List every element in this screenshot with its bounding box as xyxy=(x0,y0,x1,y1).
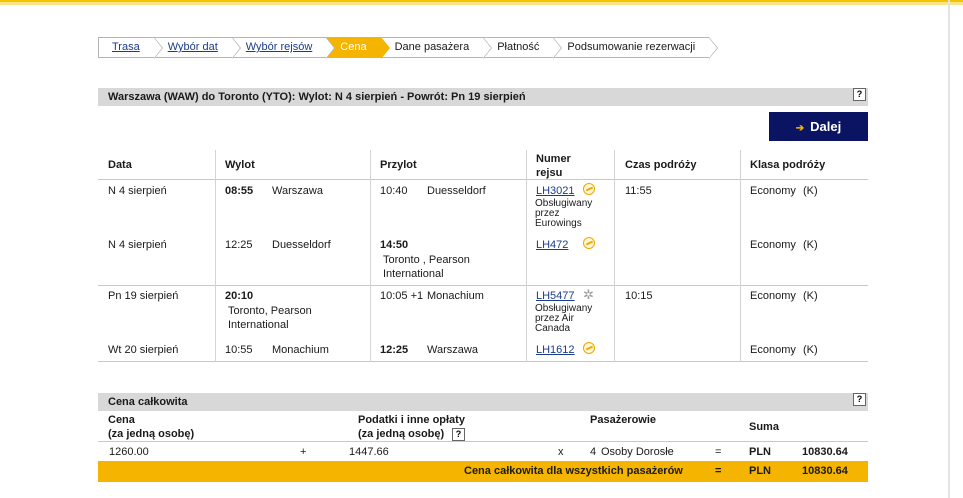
price-col-passengers: Pasażerowie xyxy=(590,414,657,426)
col-divider xyxy=(370,150,371,362)
next-button-label: Dalej xyxy=(810,119,842,134)
total-equals: = xyxy=(715,465,722,477)
row1-flight-link[interactable]: LH3021 xyxy=(536,185,575,197)
star-alliance-icon: ✲ xyxy=(583,287,594,302)
itinerary-header: Warszawa (WAW) do Toronto (YTO): Wylot: … xyxy=(98,88,868,106)
passenger-type: Osoby Dorosłe xyxy=(601,446,674,458)
price-title: Cena całkowita xyxy=(108,396,188,408)
total-amount: 10830.64 xyxy=(802,465,848,477)
tax-help-icon[interactable]: ? xyxy=(452,428,465,441)
breadcrumb-trasa[interactable]: Trasa xyxy=(98,37,163,59)
breadcrumb-wybor-rejsow-link[interactable]: Wybór rejsów xyxy=(246,41,313,53)
row1-class-code: (K) xyxy=(803,185,818,197)
breadcrumb-wybor-dat[interactable]: Wybór dat xyxy=(153,37,241,59)
breadcrumb-podsumowanie: Podsumowanie rezerwacji xyxy=(553,37,718,59)
tax-per-person: 1447.66 xyxy=(349,446,389,458)
row1-dep-city: Warszawa xyxy=(272,185,323,197)
price-help-icon[interactable]: ? xyxy=(853,393,866,406)
row2-date: N 4 sierpień xyxy=(108,239,167,251)
total-currency: PLN xyxy=(749,465,771,477)
row3-duration: 10:15 xyxy=(625,290,653,302)
col-divider xyxy=(215,150,216,362)
row1-arr-city: Duesseldorf xyxy=(427,185,486,197)
row3-dep-time: 20:10 xyxy=(225,290,254,302)
times-sign: x xyxy=(558,446,564,458)
equals-sign: = xyxy=(715,446,722,458)
price-header: Cena całkowita xyxy=(98,393,868,411)
col-data: Data xyxy=(108,159,132,171)
top-accent-line xyxy=(0,0,963,5)
row4-date: Wt 20 sierpień xyxy=(108,344,179,356)
breadcrumb-wybor-dat-link[interactable]: Wybór dat xyxy=(168,41,218,53)
fare-per-person: 1260.00 xyxy=(109,446,149,458)
arrow-right-icon: ➔ xyxy=(795,123,805,134)
subtotal-amount: 10830.64 xyxy=(802,446,848,458)
row2-class: Economy xyxy=(750,239,796,251)
price-col-tax-sub: (za jedną osobę) xyxy=(358,428,445,440)
lufthansa-crane-icon xyxy=(583,342,595,354)
breadcrumb-platnosc: Płatność xyxy=(483,37,563,59)
total-label: Cena całkowita dla wszystkich pasażerów xyxy=(464,465,683,477)
itinerary-title: Warszawa (WAW) do Toronto (YTO): Wylot: … xyxy=(108,91,526,103)
col-przylot: Przylot xyxy=(380,159,417,171)
row2-dep-time: 12:25 xyxy=(225,239,253,251)
price-col-fare: Cena xyxy=(108,414,135,426)
row1-duration: 11:55 xyxy=(625,185,652,197)
col-klasa-podrozy: Klasa podróży xyxy=(750,159,826,171)
price-col-fare-sub: (za jedną osobę) xyxy=(108,428,195,440)
col-divider xyxy=(614,150,615,362)
row3-flight-link[interactable]: LH5477 xyxy=(536,290,575,302)
lufthansa-crane-icon xyxy=(583,237,595,249)
col-numer-rejsu: Numer rejsu xyxy=(536,153,571,179)
row3-class: Economy xyxy=(750,290,796,302)
row4-class-code: (K) xyxy=(803,344,818,356)
row4-dep-city: Monachium xyxy=(272,344,329,356)
row4-arr-city: Warszawa xyxy=(427,344,478,356)
col-wylot: Wylot xyxy=(225,159,255,171)
page-edge xyxy=(948,0,950,498)
price-col-sum: Suma xyxy=(749,421,779,433)
breadcrumb-dane-pasazera: Dane pasażera xyxy=(380,37,492,59)
row2-flight-link[interactable]: LH472 xyxy=(536,239,568,251)
breadcrumb-wybor-rejsow[interactable]: Wybór rejsów xyxy=(231,37,335,59)
col-divider xyxy=(740,150,741,362)
row3-arr-city: Monachium xyxy=(427,290,484,302)
row3-operated-by: Obsługiwany przez Air Canada xyxy=(535,303,593,334)
row2-arr-time: 14:50 xyxy=(380,239,409,251)
row3-arr-time: 10:05 +1 xyxy=(380,290,424,302)
passenger-count: 4 xyxy=(590,446,597,458)
row4-flight-link[interactable]: LH1612 xyxy=(536,344,575,356)
lufthansa-crane-icon xyxy=(583,183,595,195)
row1-arr-time: 10:40 xyxy=(380,185,408,197)
outbound-divider xyxy=(98,285,868,286)
itinerary-help-icon[interactable]: ? xyxy=(853,88,866,101)
col-divider xyxy=(526,150,527,362)
subtotal-currency: PLN xyxy=(749,446,771,458)
total-bar: Cena całkowita dla wszystkich pasażerów … xyxy=(98,461,868,482)
row3-dep-city: Toronto, Pearson International xyxy=(228,305,312,331)
next-button[interactable]: ➔ Dalej xyxy=(769,112,868,141)
plus-sign: + xyxy=(300,446,307,458)
breadcrumb: Trasa Wybór dat Wybór rejsów Cena Dane p… xyxy=(98,37,718,59)
row3-date: Pn 19 sierpień xyxy=(108,290,179,302)
price-divider xyxy=(98,441,868,442)
row1-date: N 4 sierpień xyxy=(108,185,167,197)
breadcrumb-trasa-link[interactable]: Trasa xyxy=(112,41,140,53)
price-col-tax: Podatki i inne opłaty xyxy=(358,414,465,426)
row1-operated-by: Obsługiwany przez Eurowings xyxy=(535,198,593,229)
return-divider xyxy=(98,361,868,362)
row1-dep-time: 08:55 xyxy=(225,185,254,197)
row2-class-code: (K) xyxy=(803,239,818,251)
row1-class: Economy xyxy=(750,185,796,197)
col-czas-podrozy: Czas podróży xyxy=(625,159,697,171)
row2-arr-city: Toronto , Pearson International xyxy=(383,254,470,280)
row2-dep-city: Duesseldorf xyxy=(272,239,331,251)
row4-class: Economy xyxy=(750,344,796,356)
row4-arr-time: 12:25 xyxy=(380,344,409,356)
row4-dep-time: 10:55 xyxy=(225,344,253,356)
row3-class-code: (K) xyxy=(803,290,818,302)
header-divider xyxy=(98,179,868,180)
